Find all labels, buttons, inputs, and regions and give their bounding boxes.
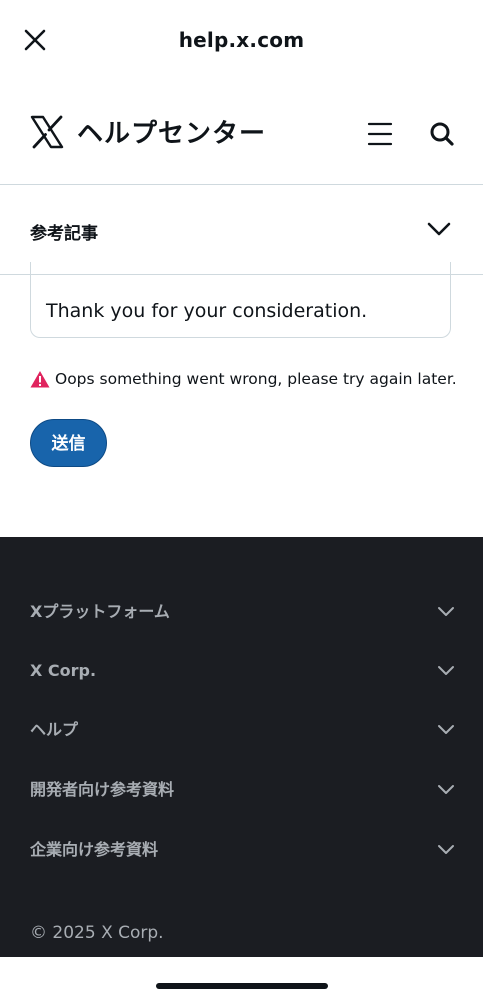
copyright: © 2025 X Corp. <box>30 923 164 943</box>
footer-item-corp[interactable]: X Corp. <box>0 651 483 691</box>
chevron-down-icon <box>438 785 454 794</box>
related-articles-label: 参考記事 <box>30 224 98 244</box>
submit-button[interactable]: 送信 <box>30 419 107 467</box>
chevron-down-icon <box>438 725 454 734</box>
footer-item-label: 開発者向け参考資料 <box>30 780 175 799</box>
error-message: Oops something went wrong, please try ag… <box>30 368 457 390</box>
footer-item-help[interactable]: ヘルプ <box>0 710 483 750</box>
footer-item-label: Xプラットフォーム <box>30 602 170 621</box>
warning-icon <box>30 371 50 388</box>
x-logo-icon[interactable] <box>30 115 64 149</box>
brand-title[interactable]: ヘルプセンター <box>77 113 266 150</box>
message-textarea-value: Thank you for your consideration. <box>46 300 368 322</box>
chevron-down-icon <box>438 607 454 616</box>
search-icon[interactable] <box>428 120 456 148</box>
home-area <box>0 957 483 999</box>
url-label: help.x.com <box>178 28 305 52</box>
footer-item-label: X Corp. <box>30 661 97 680</box>
footer-item-label: 企業向け参考資料 <box>30 840 159 859</box>
chevron-down-icon <box>438 666 454 675</box>
chevron-down-icon[interactable] <box>426 219 452 239</box>
footer-item-developers[interactable]: 開発者向け参考資料 <box>0 770 483 810</box>
chevron-down-icon <box>438 845 454 854</box>
home-indicator[interactable] <box>156 983 328 989</box>
menu-icon[interactable] <box>366 120 394 148</box>
footer-item-label: ヘルプ <box>30 720 79 739</box>
related-divider <box>0 274 483 275</box>
browser-bar: help.x.com <box>0 0 483 80</box>
footer-item-business[interactable]: 企業向け参考資料 <box>0 830 483 870</box>
footer-item-platform[interactable]: Xプラットフォーム <box>0 592 483 632</box>
error-text: Oops something went wrong, please try ag… <box>55 370 457 388</box>
